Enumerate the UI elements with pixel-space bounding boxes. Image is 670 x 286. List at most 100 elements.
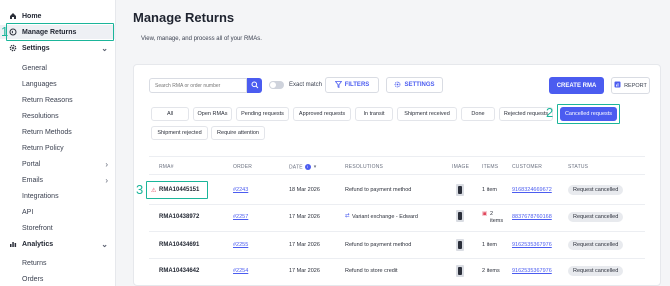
filter-chip-shipment-received[interactable]: Shipment received [397,107,457,121]
return-date: 17 Mar 2026 [289,242,320,248]
exchange-icon: ⇄ [345,213,350,219]
filter-chip-pending-requests[interactable]: Pending requests [236,107,289,121]
filter-chip-open-rmas[interactable]: Open RMAs [193,107,232,121]
highlight-box-manage-returns [6,23,114,41]
sidebar-item-label: Languages [22,80,57,88]
sidebar-item-label: Integrations [22,192,59,200]
item-count: 2 items [490,211,504,224]
callout-number-1: 1 [1,24,9,39]
filter-chip-require-attention[interactable]: Require attention [211,126,265,140]
filters-label: FILTERS [344,82,370,88]
sidebar-item-return-methods[interactable]: Return Methods [0,125,116,139]
filters-button[interactable]: FILTERS [325,77,379,93]
sidebar-item-return-policy[interactable]: Return Policy [0,141,116,155]
home-icon [9,12,17,20]
resolution-text: Variant exchange - Edward [352,214,418,220]
status-badge: Request cancelled [568,185,624,195]
item-count: 1 item [482,242,497,248]
report-button[interactable]: REPORT [611,77,650,94]
page-title: Manage Returns [133,10,235,25]
product-thumbnail [456,184,464,196]
gear-icon [9,44,17,52]
sidebar-item-label: Portal [22,160,41,168]
returns-card [133,64,661,286]
sidebar-item-label: Storefront [22,224,53,232]
sidebar-item-label: Analytics [22,240,54,248]
settings-label: SETTINGS [404,82,435,88]
sidebar-item-emails[interactable]: Emails › [0,173,116,187]
sidebar-item-languages[interactable]: Languages [0,77,116,91]
sidebar-item-integrations[interactable]: Integrations [0,189,116,203]
sidebar-item-label: Home [22,12,42,20]
sidebar-item-label: Emails [22,176,44,184]
date-header-label: DATE [289,164,303,171]
highlight-box-rma-number [146,181,208,199]
table-divider [149,204,645,205]
column-header-status: STATUS [568,164,589,170]
column-header-image: IMAGE [452,164,470,170]
sidebar-item-label: General [22,64,47,72]
sidebar-item-api[interactable]: API [0,205,116,219]
resolution-text: Refund to payment method [345,242,412,248]
exact-match-toggle[interactable] [269,81,284,89]
table-divider [149,156,645,157]
sidebar-item-label: Return Policy [22,144,64,152]
product-thumbnail [456,239,464,251]
order-link[interactable]: #2255 [233,242,248,248]
filter-chip-done[interactable]: Done [461,107,495,121]
sidebar-item-storefront[interactable]: Storefront [0,221,116,235]
sidebar-item-settings[interactable]: Settings ⌄ [0,41,116,55]
sidebar-item-label: Resolutions [22,112,59,120]
return-date: 17 Mar 2026 [289,268,320,274]
customer-link[interactable]: 9162535367976 [512,242,552,248]
sidebar-item-label: Returns [22,259,47,267]
resolution-text: Refund to payment method [345,187,412,193]
rma-number[interactable]: RMA10434691 [159,242,199,248]
rma-number[interactable]: RMA10434642 [159,268,199,274]
sidebar-item-label: Settings [22,44,50,52]
report-icon [614,81,621,90]
status-badge: Request cancelled [568,212,624,222]
settings-button[interactable]: SETTINGS [386,77,443,93]
filter-chip-in-transit[interactable]: In transit [355,107,393,121]
create-rma-button[interactable]: CREATE RMA [549,77,604,94]
column-header-order: ORDER [233,164,253,170]
sidebar-item-home[interactable]: Home [0,9,116,23]
sidebar-item-orders[interactable]: Orders [0,272,116,286]
sidebar-item-analytics[interactable]: Analytics ⌄ [0,237,116,251]
search-button[interactable] [247,78,262,93]
page-subtitle: View, manage, and process all of your RM… [141,36,262,42]
customer-link[interactable]: 8837678760168 [512,214,552,220]
report-label: REPORT [624,82,647,89]
filter-chip-shipment-rejected[interactable]: Shipment rejected [151,126,208,140]
table-divider [149,231,645,232]
customer-link[interactable]: 9162535367976 [512,268,552,274]
chevron-down-icon: ⌄ [101,43,108,53]
callout-number-3: 3 [136,182,144,197]
search-input[interactable] [149,78,247,93]
filter-chip-approved-requests[interactable]: Approved requests [293,107,351,121]
product-thumbnail [456,210,464,222]
sidebar-item-return-reasons[interactable]: Return Reasons [0,93,116,107]
chevron-down-icon: ⌄ [101,239,108,249]
exact-match-label: Exact match [289,82,323,88]
filter-chip-all[interactable]: All [151,107,189,121]
customer-link[interactable]: 9168324669672 [512,187,552,193]
filter-chip-rejected-requests[interactable]: Rejected requests [499,107,553,121]
sidebar-item-portal[interactable]: Portal › [0,157,116,171]
return-date: 18 Mar 2026 [289,187,320,193]
toggle-knob [270,82,276,88]
column-header-date[interactable]: DATE i ▾ [289,164,316,170]
highlight-box-cancelled-requests [557,104,620,124]
table-divider [149,258,645,259]
rma-number[interactable]: RMA10438972 [159,214,199,220]
column-header-rma: RMA# [159,164,174,170]
sidebar-item-general[interactable]: General [0,61,116,75]
sidebar-item-label: API [22,208,34,216]
order-link[interactable]: #2243 [233,187,248,193]
sidebar-item-resolutions[interactable]: Resolutions [0,109,116,123]
order-link[interactable]: #2254 [233,268,248,274]
sidebar: Home Manage Returns Settings ⌄ General L… [0,0,116,286]
sidebar-item-returns[interactable]: Returns [0,256,116,270]
order-link[interactable]: #2257 [233,214,248,220]
